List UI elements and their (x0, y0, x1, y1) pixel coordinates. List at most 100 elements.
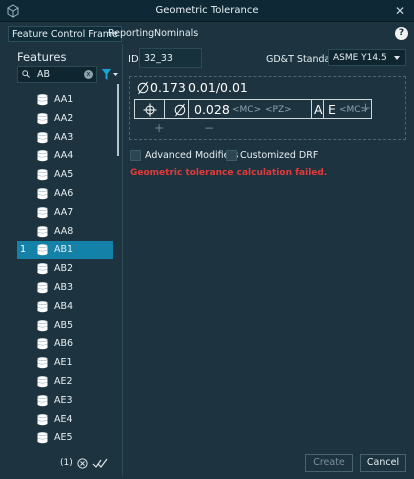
feature-icon (37, 263, 48, 275)
feature-icon (37, 188, 48, 200)
feature-icon (37, 113, 48, 125)
diameter-icon[interactable] (137, 81, 149, 95)
feature-label: AA7 (54, 207, 74, 218)
select-all-icon[interactable] (92, 458, 108, 469)
feature-list-item[interactable]: AE3 (17, 392, 113, 410)
id-value: 32_33 (144, 53, 173, 64)
clear-selection-icon[interactable] (77, 458, 88, 469)
feature-label: AA4 (54, 150, 74, 161)
feature-list-item[interactable]: AB6 (17, 335, 113, 353)
feature-list-item[interactable]: AA1 (17, 91, 113, 109)
feature-list-item[interactable]: AE4 (17, 411, 113, 429)
material-condition-modifier[interactable]: <MC> (232, 105, 261, 115)
panel-divider (122, 44, 123, 476)
feature-list-item[interactable]: AA5 (17, 166, 113, 184)
feature-label: AA2 (54, 113, 74, 124)
top-tolerance-range[interactable]: 0.01/0.01 (188, 80, 248, 95)
feature-list-item[interactable]: AA7 (17, 204, 113, 222)
feature-icon (37, 226, 48, 238)
top-tolerance-value[interactable]: 0.173 (150, 80, 186, 95)
customized-drf-label: Customized DRF (240, 150, 319, 161)
id-label: ID (128, 54, 139, 65)
feature-icon (37, 132, 48, 144)
feature-list-item[interactable]: AA3 (17, 129, 113, 147)
add-datum-button[interactable]: + (360, 101, 371, 116)
feature-list-item[interactable]: AE1 (17, 354, 113, 372)
feature-label: AA8 (54, 226, 74, 237)
feature-icon (37, 357, 48, 369)
tab-reporting[interactable]: Reporting (105, 26, 157, 42)
feature-search-input[interactable]: AB x (17, 66, 97, 83)
add-row-button[interactable]: + (154, 121, 164, 135)
feature-label: AA5 (54, 169, 74, 180)
feature-label: AB4 (54, 301, 74, 312)
tolerance-separator (188, 100, 189, 118)
features-heading: Features (17, 50, 67, 64)
help-icon[interactable]: ? (395, 27, 408, 40)
feature-list-item[interactable]: AA2 (17, 110, 113, 128)
feature-list-item[interactable]: AA6 (17, 185, 113, 203)
feature-label: AE2 (54, 376, 73, 387)
feature-label: AE5 (54, 432, 73, 443)
features-panel: Features AB x AA1 AA2 AA3 AA4 AA5 AA6 AA7 AA8 1 A… (7, 44, 119, 474)
remove-row-button[interactable]: − (204, 121, 214, 135)
create-button[interactable]: Create (305, 454, 353, 472)
feature-icon (37, 320, 48, 332)
tab-bar: Feature Control Frame Reporting Nominals… (0, 24, 414, 44)
feature-list-item[interactable]: AA8 (17, 223, 113, 241)
feature-icon (37, 376, 48, 388)
datum-e-label: E (328, 102, 336, 117)
clear-search-icon[interactable]: x (84, 70, 93, 79)
feature-icon (37, 150, 48, 162)
diameter-icon (174, 103, 186, 117)
advanced-modifiers-label: Advanced Modifiers (145, 150, 239, 161)
feature-label: AA6 (54, 188, 74, 199)
datum-a-label: A (314, 102, 323, 117)
tolerance-value: 0.028 (194, 102, 230, 117)
feature-list-item[interactable]: AA4 (17, 147, 113, 165)
feature-label: AE1 (54, 357, 73, 368)
feature-list-scrollbar[interactable] (117, 84, 119, 156)
title-bar: Geometric Tolerance ✕ (0, 0, 414, 22)
feature-icon (37, 282, 48, 294)
feature-label: AE4 (54, 414, 73, 425)
feature-list-item[interactable]: AB2 (17, 260, 113, 278)
id-field[interactable]: 32_33 (139, 48, 202, 68)
feature-label: AB3 (54, 282, 74, 293)
gdt-standard-select[interactable]: ASME Y14.5 (328, 49, 406, 66)
filter-icon[interactable] (102, 69, 118, 81)
feature-list-item[interactable]: AB4 (17, 298, 113, 316)
feature-icon (37, 395, 48, 407)
feature-label: AB6 (54, 338, 74, 349)
feature-icon (37, 94, 48, 106)
window-title: Geometric Tolerance (155, 5, 259, 16)
characteristic-cell[interactable] (134, 99, 165, 119)
cancel-button[interactable]: Cancel (360, 454, 406, 472)
feature-list-item[interactable]: AE5 (17, 429, 113, 447)
projected-zone-modifier[interactable]: <PZ> (265, 105, 292, 115)
customized-drf-checkbox[interactable] (226, 150, 237, 161)
feature-label: AB1 (54, 244, 74, 255)
feature-list-item[interactable]: AE2 (17, 373, 113, 391)
feature-list-item[interactable]: 1 AB1 (17, 241, 113, 259)
chevron-down-icon (394, 56, 400, 60)
feature-label: AA1 (54, 94, 74, 105)
tab-nominals[interactable]: Nominals (151, 26, 201, 42)
selection-order-number: 1 (20, 244, 27, 255)
feature-icon (37, 338, 48, 350)
search-icon (22, 70, 30, 78)
feature-control-frame: 0.173 0.01/0.01 0.028 <MC> <PZ> A E <MC>… (129, 76, 406, 140)
feature-label: AE3 (54, 395, 73, 406)
error-message: Geometric tolerance calculation failed. (130, 168, 328, 178)
close-icon[interactable]: ✕ (392, 3, 408, 19)
feature-list-item[interactable]: AB5 (17, 317, 113, 335)
advanced-modifiers-checkbox[interactable] (130, 150, 141, 161)
feature-icon (37, 301, 48, 313)
gdt-standard-value: ASME Y14.5 (333, 53, 387, 63)
feature-list-item[interactable]: AB3 (17, 279, 113, 297)
tolerance-cell[interactable]: 0.028 <MC> <PZ> (164, 99, 312, 119)
selection-count: (1) (60, 458, 73, 468)
feature-label: AB2 (54, 263, 74, 274)
feature-label: AA3 (54, 132, 74, 143)
feature-list: AA1 AA2 AA3 AA4 AA5 AA6 AA7 AA8 1 AB1 AB2 AB3 AB4 AB5… (17, 91, 117, 451)
